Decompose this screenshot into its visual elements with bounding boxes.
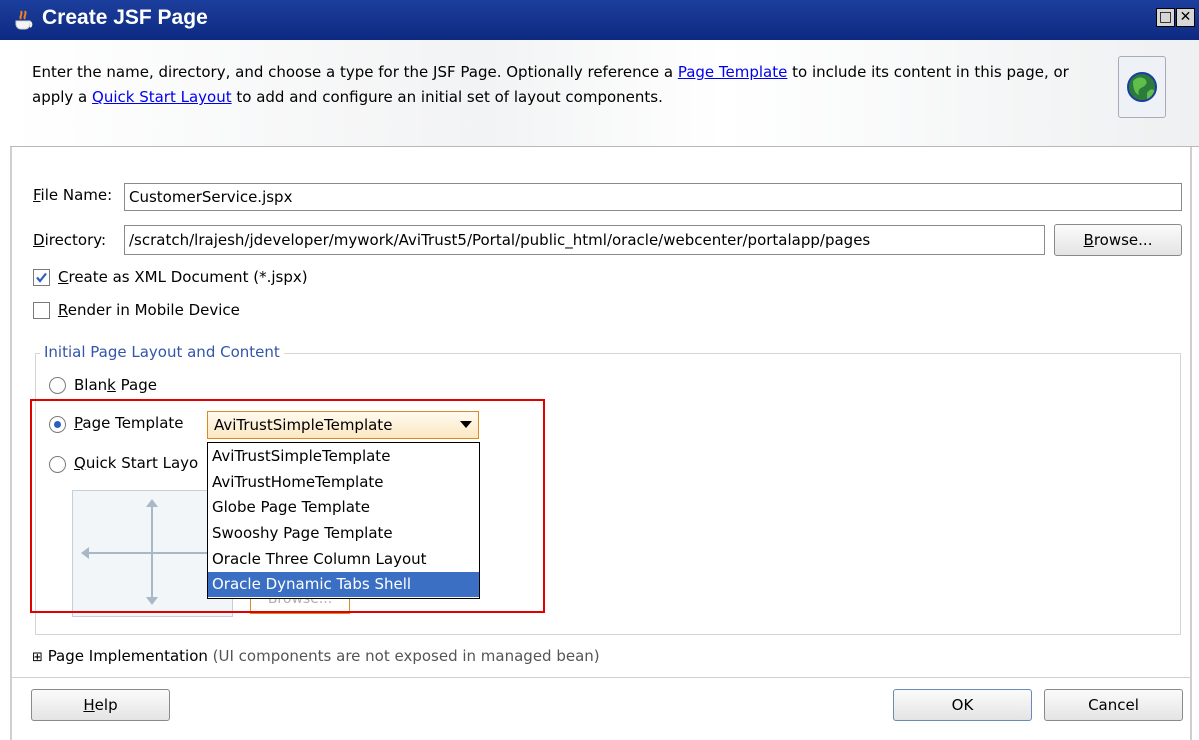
cancel-button[interactable]: Cancel [1044, 689, 1183, 721]
blank-page-mnemonic: k [107, 376, 116, 394]
page-implementation-title: Page Implementation [47, 647, 208, 665]
render-mobile-mnemonic: R [58, 301, 68, 319]
quick-start-layout-link[interactable]: Quick Start Layout [92, 88, 232, 106]
page-template-link[interactable]: Page Template [678, 63, 788, 81]
header-description: Enter the name, directory, and choose a … [32, 60, 1092, 110]
browse-mnemonic: B [1083, 231, 1094, 249]
footer-divider [10, 677, 1191, 678]
file-name-field[interactable]: CustomerService.jspx [124, 183, 1182, 211]
blank-page-label[interactable]: Blank Page [74, 376, 157, 394]
window-title: Create JSF Page [42, 6, 208, 29]
blank-page-text-a: Blan [74, 376, 108, 394]
create-xml-mnemonic: C [58, 268, 69, 286]
help-button-text: elp [94, 696, 118, 714]
directory-mnemonic: D [33, 231, 45, 249]
app-icon [12, 9, 36, 31]
blank-page-radio[interactable] [49, 377, 66, 394]
blank-page-text-b: Page [115, 376, 157, 394]
render-mobile-checkbox[interactable] [33, 302, 50, 319]
highlight-box [30, 399, 545, 613]
restore-button[interactable]: □ [1156, 8, 1175, 27]
help-mnemonic: H [83, 696, 95, 714]
render-mobile-text: ender in Mobile Device [67, 301, 240, 319]
page-implementation-note: (UI components are not exposed in manage… [207, 647, 600, 665]
directory-field[interactable]: /scratch/lrajesh/jdeveloper/mywork/AviTr… [124, 225, 1045, 255]
directory-label-text: irectory: [44, 231, 107, 249]
create-xml-label[interactable]: Create as XML Document (*.jspx) [58, 268, 308, 286]
ok-button[interactable]: OK [893, 689, 1032, 721]
file-name-mnemonic: F [33, 186, 41, 204]
file-name-label: File Name: [33, 186, 112, 204]
page-implementation-row[interactable]: ⊞ Page Implementation (UI components are… [32, 647, 600, 665]
browse-button[interactable]: Browse... [1054, 224, 1182, 256]
create-xml-checkbox[interactable] [33, 269, 50, 286]
frame-right [1190, 147, 1192, 740]
browse-button-text: rowse... [1093, 231, 1153, 249]
globe-icon [1118, 56, 1166, 118]
description-text-1: Enter the name, directory, and choose a … [32, 63, 678, 81]
file-name-label-text: ile Name: [40, 186, 113, 204]
create-xml-text: reate as XML Document (*.jspx) [68, 268, 308, 286]
expand-icon[interactable]: ⊞ [32, 650, 43, 665]
help-button[interactable]: Help [31, 689, 170, 721]
description-text-3: to add and configure an initial set of l… [231, 88, 663, 106]
directory-label: Directory: [33, 231, 106, 249]
close-button[interactable]: ✕ [1176, 8, 1195, 27]
layout-group-title: Initial Page Layout and Content [40, 343, 284, 361]
frame-left [10, 147, 12, 740]
render-mobile-label[interactable]: Render in Mobile Device [58, 301, 240, 319]
checkmark-icon [36, 272, 47, 283]
